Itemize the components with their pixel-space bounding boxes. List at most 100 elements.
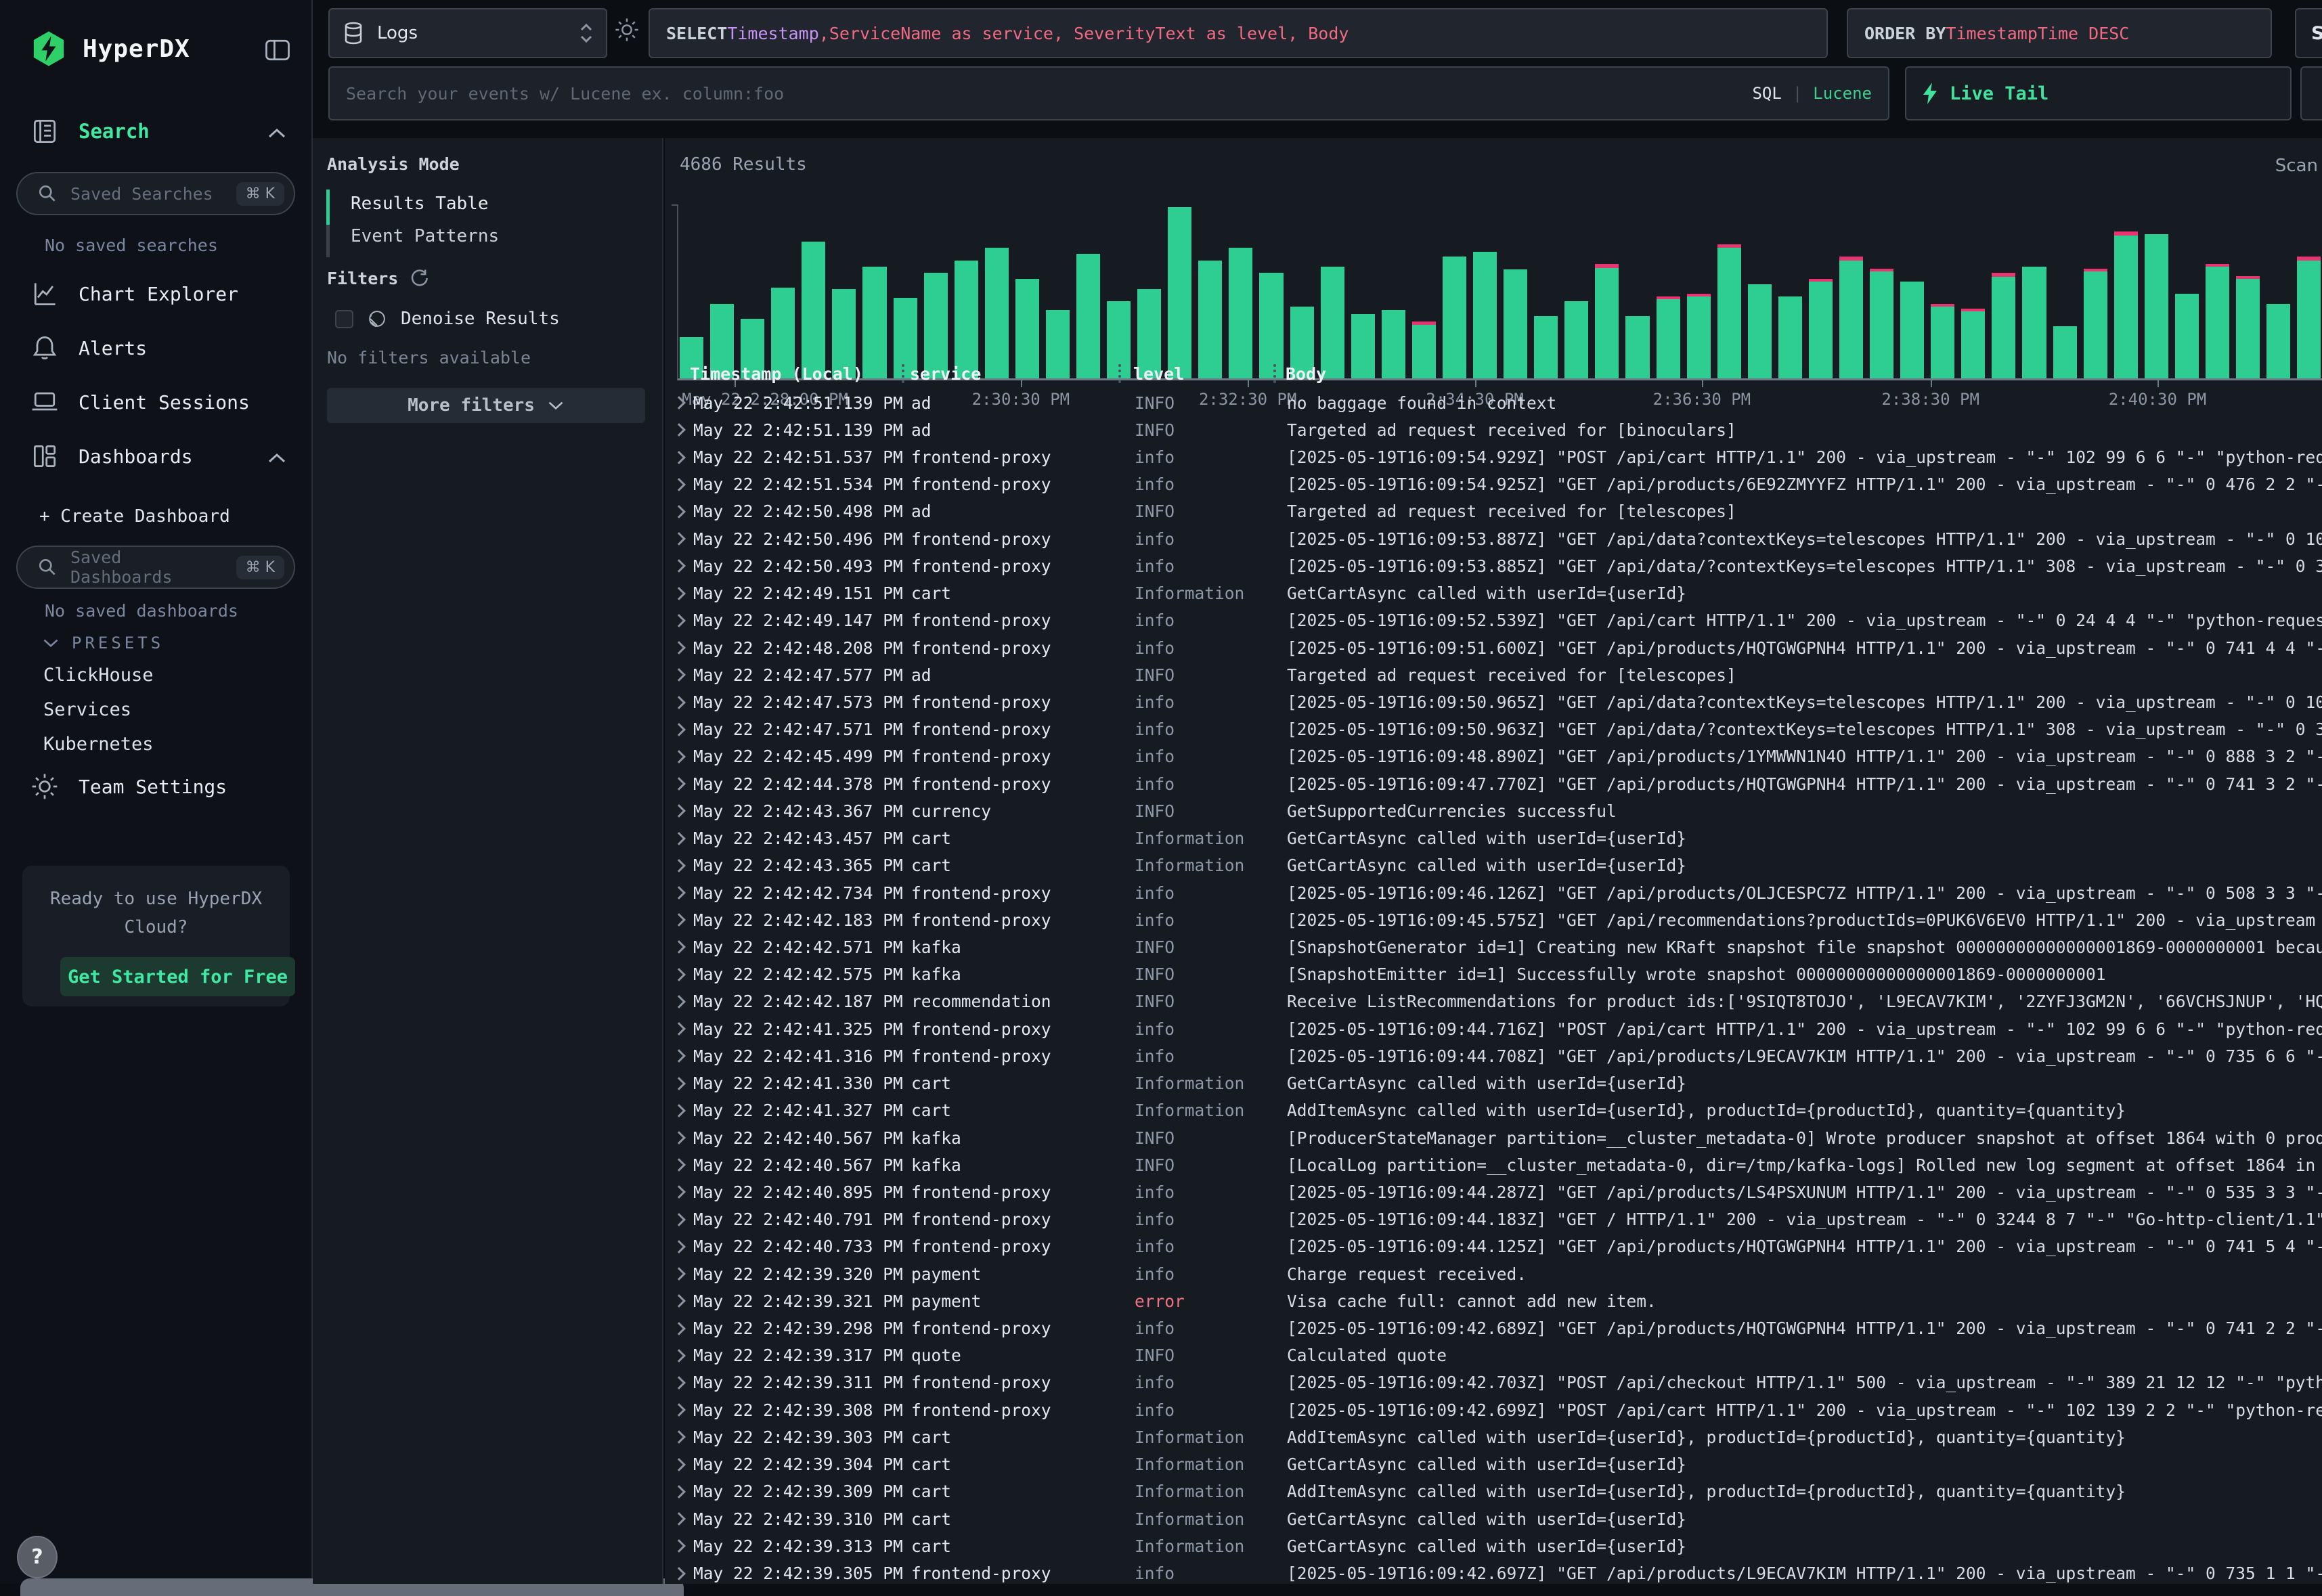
table-row[interactable]: May 22 2:42:39.305 PM frontend-proxy inf… — [665, 1559, 2322, 1584]
expand-row-chevron-icon[interactable] — [672, 1539, 686, 1553]
table-row[interactable]: May 22 2:42:39.321 PM payment error Visa… — [665, 1287, 2322, 1314]
expand-row-chevron-icon[interactable] — [672, 1049, 686, 1063]
expand-row-chevron-icon[interactable] — [672, 1104, 686, 1117]
expand-row-chevron-icon[interactable] — [672, 1322, 686, 1335]
table-row[interactable]: May 22 2:42:50.498 PM ad INFO Targeted a… — [665, 498, 2322, 525]
expand-row-chevron-icon[interactable] — [672, 995, 686, 1008]
expand-row-chevron-icon[interactable] — [672, 859, 686, 872]
expand-row-chevron-icon[interactable] — [672, 587, 686, 600]
column-resize-handle[interactable] — [1273, 364, 1276, 383]
table-row[interactable]: May 22 2:42:50.493 PM frontend-proxy inf… — [665, 552, 2322, 579]
save-button[interactable]: Save — [2295, 8, 2322, 58]
chevron-up-icon[interactable] — [267, 127, 287, 139]
expand-row-chevron-icon[interactable] — [672, 1458, 686, 1471]
expand-row-chevron-icon[interactable] — [672, 668, 686, 682]
expand-row-chevron-icon[interactable] — [672, 1485, 686, 1499]
column-header-timestamp[interactable]: Timestamp (Local) — [690, 364, 910, 384]
expand-row-chevron-icon[interactable] — [672, 1431, 686, 1444]
table-row[interactable]: May 22 2:42:45.499 PM frontend-proxy inf… — [665, 743, 2322, 770]
expand-row-chevron-icon[interactable] — [672, 968, 686, 981]
table-row[interactable]: May 22 2:42:39.311 PM frontend-proxy inf… — [665, 1369, 2322, 1396]
sidebar-item-dashboards[interactable]: Dashboards — [30, 441, 193, 471]
expand-row-chevron-icon[interactable] — [672, 1267, 686, 1281]
table-row[interactable]: May 22 2:42:40.567 PM kafka INFO [Produc… — [665, 1124, 2322, 1151]
table-row[interactable]: May 22 2:42:42.734 PM frontend-proxy inf… — [665, 879, 2322, 906]
more-filters-button[interactable]: More filters — [327, 388, 645, 423]
table-row[interactable]: May 22 2:42:51.139 PM ad INFO no baggage… — [665, 389, 2322, 416]
sidebar-preset-kubernetes[interactable]: Kubernetes — [0, 727, 311, 761]
expand-row-chevron-icon[interactable] — [672, 1022, 686, 1036]
collapse-sidebar-icon[interactable] — [263, 35, 292, 65]
table-row[interactable]: May 22 2:42:39.298 PM frontend-proxy inf… — [665, 1314, 2322, 1342]
table-row[interactable]: May 22 2:42:41.316 PM frontend-proxy inf… — [665, 1042, 2322, 1069]
expand-row-chevron-icon[interactable] — [672, 723, 686, 736]
chevron-up-icon[interactable] — [267, 452, 287, 464]
table-row[interactable]: May 22 2:42:42.575 PM kafka INFO [Snapsh… — [665, 961, 2322, 988]
expand-row-chevron-icon[interactable] — [672, 1567, 686, 1580]
sidebar-item-client-sessions[interactable]: Client Sessions — [30, 387, 250, 417]
sidebar-item-alerts[interactable]: Alerts — [30, 333, 147, 363]
sidebar-item-team-settings[interactable]: Team Settings — [30, 772, 227, 801]
expand-row-chevron-icon[interactable] — [672, 696, 686, 709]
expand-row-chevron-icon[interactable] — [672, 941, 686, 954]
sidebar-preset-services[interactable]: Services — [0, 692, 311, 727]
help-button[interactable]: ? — [17, 1536, 58, 1578]
expand-row-chevron-icon[interactable] — [672, 451, 686, 464]
column-header-level[interactable]: level — [1133, 364, 1286, 384]
table-row[interactable]: May 22 2:42:40.733 PM frontend-proxy inf… — [665, 1233, 2322, 1260]
expand-row-chevron-icon[interactable] — [672, 750, 686, 763]
expand-row-chevron-icon[interactable] — [672, 478, 686, 491]
select-clause-input[interactable]: SELECT Timestamp, ServiceName as service… — [649, 8, 1828, 58]
expand-row-chevron-icon[interactable] — [672, 913, 686, 927]
search-input[interactable]: Search your events w/ Lucene ex. column:… — [328, 66, 1889, 120]
column-resize-handle[interactable] — [902, 364, 904, 383]
time-range-picker[interactable] — [2300, 66, 2322, 120]
lang-toggle-lucene[interactable]: Lucene — [1813, 84, 1872, 103]
expand-row-chevron-icon[interactable] — [672, 832, 686, 845]
table-row[interactable]: May 22 2:42:51.139 PM ad INFO Targeted a… — [665, 416, 2322, 443]
expand-row-chevron-icon[interactable] — [672, 641, 686, 655]
chart-plot[interactable] — [677, 204, 2322, 380]
expand-row-chevron-icon[interactable] — [672, 1376, 686, 1390]
table-row[interactable]: May 22 2:42:47.573 PM frontend-proxy inf… — [665, 688, 2322, 715]
table-row[interactable]: May 22 2:42:49.147 PM frontend-proxy inf… — [665, 607, 2322, 634]
table-row[interactable]: May 22 2:42:39.310 PM cart Information G… — [665, 1505, 2322, 1532]
get-started-button[interactable]: Get Started for Free — [60, 957, 295, 996]
sidebar-item-chart-explorer[interactable]: Chart Explorer — [30, 279, 238, 309]
expand-row-chevron-icon[interactable] — [672, 1349, 686, 1362]
table-row[interactable]: May 22 2:42:44.378 PM frontend-proxy inf… — [665, 770, 2322, 797]
table-row[interactable]: May 22 2:42:43.367 PM currency INFO GetS… — [665, 797, 2322, 824]
expand-row-chevron-icon[interactable] — [672, 1131, 686, 1145]
expand-row-chevron-icon[interactable] — [672, 396, 686, 409]
expand-row-chevron-icon[interactable] — [672, 804, 686, 818]
table-row[interactable]: May 22 2:42:51.537 PM frontend-proxy inf… — [665, 443, 2322, 470]
expand-row-chevron-icon[interactable] — [672, 777, 686, 791]
saved-dashboards-input[interactable]: Saved Dashboards ⌘ K — [16, 546, 295, 589]
expand-row-chevron-icon[interactable] — [672, 614, 686, 627]
expand-row-chevron-icon[interactable] — [672, 423, 686, 437]
expand-row-chevron-icon[interactable] — [672, 1158, 686, 1172]
expand-row-chevron-icon[interactable] — [672, 505, 686, 518]
expand-row-chevron-icon[interactable] — [672, 1077, 686, 1090]
table-row[interactable]: May 22 2:42:39.304 PM cart Information G… — [665, 1451, 2322, 1478]
live-tail-button[interactable]: Live Tail — [1905, 66, 2292, 120]
column-resize-handle[interactable] — [1118, 364, 1121, 383]
table-row[interactable]: May 22 2:42:41.330 PM cart Information G… — [665, 1069, 2322, 1096]
expand-row-chevron-icon[interactable] — [672, 1512, 686, 1526]
table-row[interactable]: May 22 2:42:39.313 PM cart Information G… — [665, 1532, 2322, 1559]
column-header-body[interactable]: Body — [1286, 364, 2322, 384]
expand-row-chevron-icon[interactable] — [672, 560, 686, 573]
table-row[interactable]: May 22 2:42:39.303 PM cart Information A… — [665, 1423, 2322, 1450]
create-dashboard-button[interactable]: + Create Dashboard — [39, 506, 230, 527]
denoise-checkbox[interactable] — [335, 310, 353, 328]
table-row[interactable]: May 22 2:42:40.895 PM frontend-proxy inf… — [665, 1178, 2322, 1205]
saved-searches-input[interactable]: Saved Searches ⌘ K — [16, 172, 295, 215]
table-row[interactable]: May 22 2:42:39.308 PM frontend-proxy inf… — [665, 1396, 2322, 1423]
sidebar-item-search[interactable]: Search — [30, 116, 150, 146]
table-row[interactable]: May 22 2:42:48.208 PM frontend-proxy inf… — [665, 634, 2322, 661]
table-row[interactable]: May 22 2:42:50.496 PM frontend-proxy inf… — [665, 525, 2322, 552]
table-row[interactable]: May 22 2:42:47.571 PM frontend-proxy inf… — [665, 716, 2322, 743]
table-row[interactable]: May 22 2:42:40.791 PM frontend-proxy inf… — [665, 1206, 2322, 1233]
expand-row-chevron-icon[interactable] — [672, 1186, 686, 1199]
table-row[interactable]: May 22 2:42:42.183 PM frontend-proxy inf… — [665, 906, 2322, 933]
